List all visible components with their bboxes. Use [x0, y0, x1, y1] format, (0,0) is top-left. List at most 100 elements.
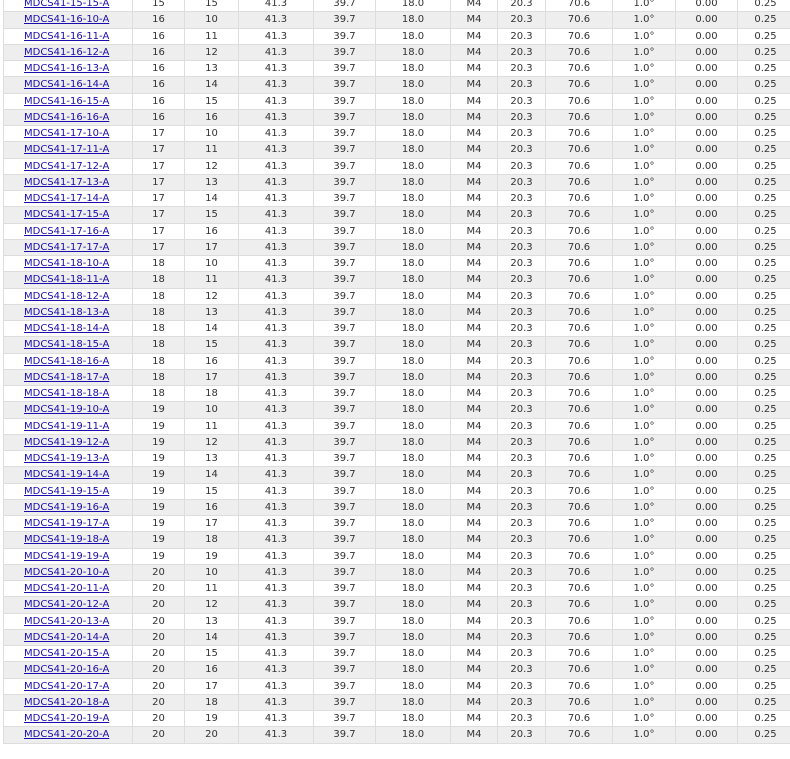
cell-part-number: MDCS41-19-10-A — [3, 401, 133, 419]
cell-thread: M4 — [450, 449, 498, 468]
part-number-link[interactable]: MDCS41-17-11-A — [24, 144, 109, 155]
part-number-link[interactable]: MDCS41-19-13-A — [24, 453, 109, 464]
cell-col-h: 0.00 — [675, 76, 738, 94]
cell-angle: 1.0° — [612, 498, 676, 517]
part-number-link[interactable]: MDCS41-19-17-A — [24, 518, 109, 529]
cell-part-number: MDCS41-16-14-A — [3, 76, 133, 94]
cell-col-c: 41.3 — [238, 482, 314, 500]
part-number-link[interactable]: MDCS41-18-10-A — [24, 258, 109, 269]
part-number-link[interactable]: MDCS41-16-14-A — [24, 79, 109, 90]
cell-col-g: 70.6 — [545, 222, 613, 240]
part-number-link[interactable]: MDCS41-18-13-A — [24, 307, 109, 318]
cell-thread: M4 — [450, 482, 498, 500]
cell-col-a: 19 — [132, 417, 185, 435]
part-number-link[interactable]: MDCS41-20-14-A — [24, 632, 109, 643]
cell-col-g: 70.6 — [545, 141, 613, 159]
cell-col-i: 0.25 — [737, 384, 790, 403]
part-number-link[interactable]: MDCS41-20-20-A — [24, 729, 109, 740]
part-number-link[interactable]: MDCS41-18-11-A — [24, 274, 109, 285]
cell-col-c: 41.3 — [238, 677, 314, 695]
cell-col-h: 0.00 — [675, 141, 738, 159]
part-number-link[interactable]: MDCS41-16-15-A — [24, 96, 109, 107]
cell-col-a: 16 — [132, 92, 185, 110]
part-number-link[interactable]: MDCS41-16-12-A — [24, 47, 109, 58]
cell-thread: M4 — [450, 11, 498, 29]
part-number-link[interactable]: MDCS41-20-19-A — [24, 713, 109, 724]
cell-col-a: 17 — [132, 124, 185, 143]
table-row: MDCS41-20-13-A 20 13 41.3 39.7 18.0 M4 20.3 70.6… — [3, 612, 790, 630]
cell-col-f: 20.3 — [497, 596, 546, 614]
part-number-link[interactable]: MDCS41-17-14-A — [24, 193, 109, 204]
part-number-link[interactable]: MDCS41-16-13-A — [24, 63, 109, 74]
part-number-link[interactable]: MDCS41-18-16-A — [24, 356, 109, 367]
cell-col-d: 39.7 — [313, 287, 376, 305]
cell-angle: 1.0° — [612, 726, 676, 744]
part-number-link[interactable]: MDCS41-17-15-A — [24, 209, 109, 220]
part-number-link[interactable]: MDCS41-16-10-A — [24, 14, 109, 25]
part-number-link[interactable]: MDCS41-18-14-A — [24, 323, 109, 334]
cell-col-c: 41.3 — [238, 271, 314, 289]
cell-col-d: 39.7 — [313, 319, 376, 338]
cell-col-f: 20.3 — [497, 287, 546, 305]
cell-col-f: 20.3 — [497, 222, 546, 240]
part-number-link[interactable]: MDCS41-18-17-A — [24, 372, 109, 383]
part-number-link[interactable]: MDCS41-20-15-A — [24, 648, 109, 659]
part-number-link[interactable]: MDCS41-16-11-A — [24, 31, 109, 42]
cell-col-i: 0.25 — [737, 498, 790, 517]
cell-col-i: 0.25 — [737, 92, 790, 110]
table-row: MDCS41-19-19-A 19 19 41.3 39.7 18.0 M4 20.3 70.6… — [3, 547, 790, 565]
part-number-link[interactable]: MDCS41-19-10-A — [24, 404, 109, 415]
part-number-link[interactable]: MDCS41-19-16-A — [24, 502, 109, 513]
cell-part-number: MDCS41-19-16-A — [3, 498, 133, 517]
part-number-link[interactable]: MDCS41-20-18-A — [24, 697, 109, 708]
table-row: MDCS41-18-12-A 18 12 41.3 39.7 18.0 M4 20.3 70.6… — [3, 287, 790, 305]
part-number-link[interactable]: MDCS41-20-17-A — [24, 681, 109, 692]
cell-col-h: 0.00 — [675, 173, 738, 192]
part-number-link[interactable]: MDCS41-18-18-A — [24, 388, 109, 399]
part-number-link[interactable]: MDCS41-18-12-A — [24, 291, 109, 302]
cell-part-number: MDCS41-20-20-A — [3, 726, 133, 744]
cell-col-g: 70.6 — [545, 108, 613, 127]
cell-angle: 1.0° — [612, 319, 676, 338]
cell-col-a: 17 — [132, 189, 185, 208]
part-number-link[interactable]: MDCS41-17-16-A — [24, 226, 109, 237]
part-number-link[interactable]: MDCS41-19-15-A — [24, 486, 109, 497]
part-number-link[interactable]: MDCS41-19-19-A — [24, 551, 109, 562]
part-number-link[interactable]: MDCS41-19-11-A — [24, 421, 109, 432]
cell-col-c: 41.3 — [238, 709, 314, 728]
cell-col-i: 0.25 — [737, 157, 790, 175]
cell-col-c: 41.3 — [238, 11, 314, 29]
cell-col-h: 0.00 — [675, 108, 738, 127]
cell-thread: M4 — [450, 368, 498, 387]
cell-col-g: 70.6 — [545, 76, 613, 94]
part-number-link[interactable]: MDCS41-18-15-A — [24, 339, 109, 350]
part-number-link[interactable]: MDCS41-16-16-A — [24, 112, 109, 123]
cell-col-i: 0.25 — [737, 466, 790, 484]
part-number-link[interactable]: MDCS41-19-18-A — [24, 534, 109, 545]
cell-col-h: 0.00 — [675, 433, 738, 452]
cell-col-b: 13 — [184, 449, 239, 468]
cell-col-g: 70.6 — [545, 43, 613, 62]
part-number-link[interactable]: MDCS41-17-12-A — [24, 161, 109, 172]
cell-col-d: 39.7 — [313, 189, 376, 208]
part-number-link[interactable]: MDCS41-19-12-A — [24, 437, 109, 448]
part-number-link[interactable]: MDCS41-20-12-A — [24, 599, 109, 610]
table-row: MDCS41-20-19-A 20 19 41.3 39.7 18.0 M4 20.3 70.6… — [3, 709, 790, 728]
part-number-link[interactable]: MDCS41-19-14-A — [24, 469, 109, 480]
part-number-link[interactable]: MDCS41-17-10-A — [24, 128, 109, 139]
part-number-link[interactable]: MDCS41-17-17-A — [24, 242, 109, 253]
cell-part-number: MDCS41-20-14-A — [3, 628, 133, 647]
cell-col-h: 0.00 — [675, 59, 738, 78]
cell-col-c: 41.3 — [238, 319, 314, 338]
part-number-link[interactable]: MDCS41-17-13-A — [24, 177, 109, 188]
part-number-link[interactable]: MDCS41-20-16-A — [24, 664, 109, 675]
cell-col-f: 20.3 — [497, 563, 546, 582]
cell-col-g: 70.6 — [545, 417, 613, 435]
part-number-link[interactable]: MDCS41-15-15-A — [24, 0, 109, 9]
part-number-link[interactable]: MDCS41-20-10-A — [24, 567, 109, 578]
cell-col-a: 16 — [132, 27, 185, 45]
part-number-link[interactable]: MDCS41-20-13-A — [24, 616, 109, 627]
part-number-link[interactable]: MDCS41-20-11-A — [24, 583, 109, 594]
cell-angle: 1.0° — [612, 254, 676, 273]
cell-col-h: 0.00 — [675, 514, 738, 533]
